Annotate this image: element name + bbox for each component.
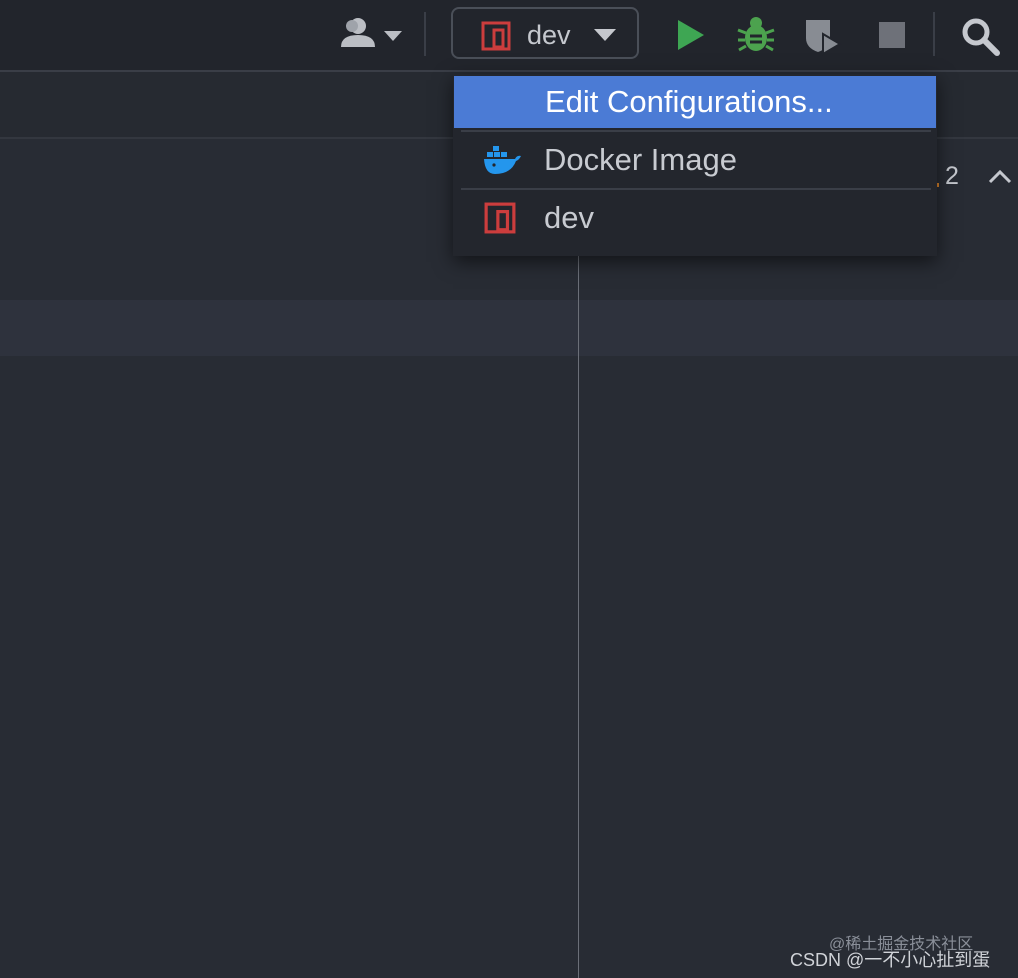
stop-icon — [879, 22, 905, 48]
menu-item-label: Docker Image — [544, 142, 737, 177]
gradle-module-icon — [484, 202, 516, 234]
collapse-button[interactable] — [985, 164, 1015, 188]
chevron-down-icon — [594, 29, 616, 41]
watermark-csdn: CSDN @一不小心扯到蛋 — [790, 950, 991, 970]
problem-count[interactable]: 2 — [945, 162, 959, 191]
right-margin-guide — [578, 255, 579, 978]
docker-image-item[interactable]: Docker Image — [453, 134, 937, 186]
run-with-coverage-button[interactable] — [800, 14, 844, 58]
user-menu-button[interactable] — [336, 14, 408, 56]
debug-button[interactable] — [734, 14, 778, 58]
menu-item-label: Edit Configurations... — [545, 84, 833, 119]
search-icon — [962, 18, 1000, 56]
gradle-module-icon — [481, 21, 511, 51]
main-toolbar: dev — [0, 0, 1018, 72]
coverage-icon — [806, 20, 842, 56]
stop-button[interactable] — [870, 14, 914, 58]
search-everywhere-button[interactable] — [958, 14, 1002, 58]
user-icon — [341, 18, 402, 47]
run-icon — [678, 20, 704, 50]
menu-item-label: dev — [544, 200, 594, 235]
debug-icon — [737, 17, 775, 52]
run-configuration-label: dev — [527, 20, 571, 50]
edit-configurations-item[interactable]: Edit Configurations... — [454, 76, 936, 128]
docker-icon — [484, 146, 521, 174]
run-button[interactable] — [668, 14, 712, 58]
chevron-down-icon — [384, 31, 402, 41]
editor-area[interactable] — [0, 139, 1018, 978]
dev-configuration-item[interactable]: dev — [453, 192, 937, 244]
toolbar-separator — [424, 12, 426, 56]
current-line-highlight — [0, 300, 1018, 356]
menu-separator — [461, 188, 931, 190]
chevron-up-icon — [988, 169, 1012, 184]
run-configuration-dropdown: Edit Configurations... Docker Image dev — [453, 74, 937, 256]
toolbar-separator — [933, 12, 935, 56]
run-configuration-selector[interactable]: dev — [451, 7, 639, 59]
menu-separator — [461, 130, 931, 132]
